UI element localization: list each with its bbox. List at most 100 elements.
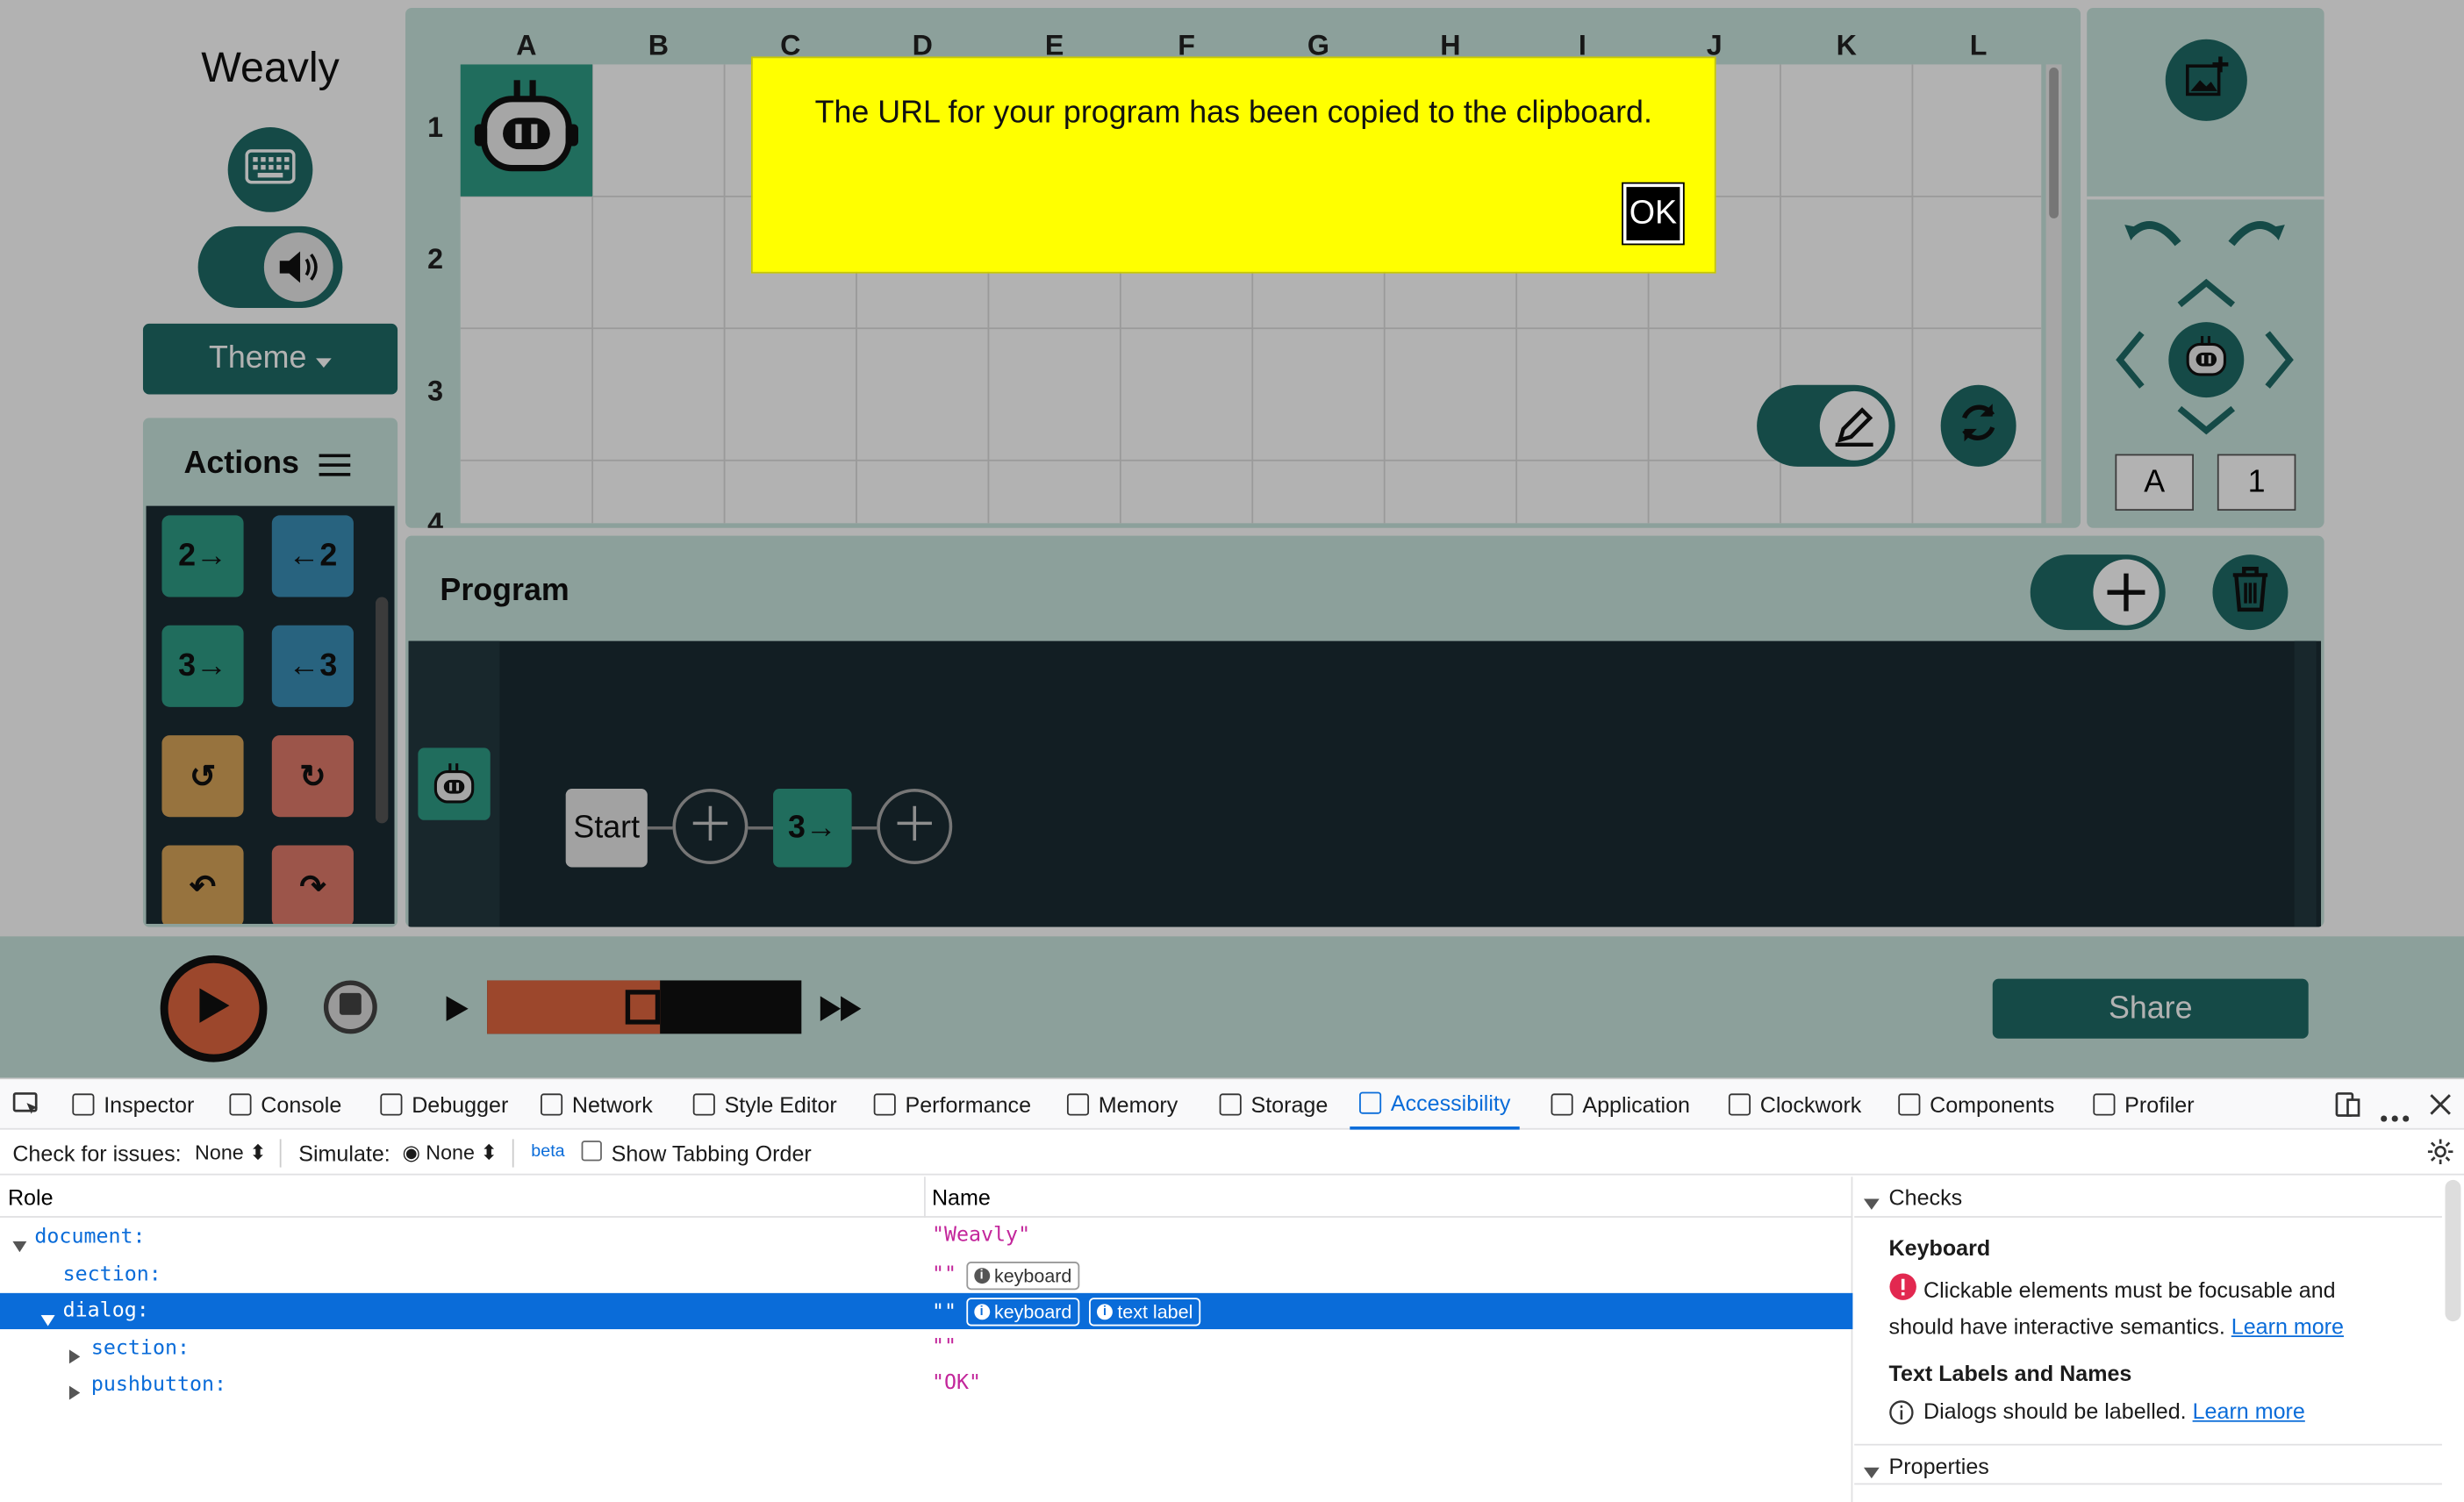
checks-section-header[interactable]: Checks — [1854, 1177, 2442, 1218]
devtools-tab-label: Performance — [905, 1091, 1032, 1118]
pick-element-icon[interactable] — [10, 1089, 44, 1120]
console-icon — [229, 1093, 252, 1116]
text-labels-check-heading: Text Labels and Names — [1888, 1360, 2132, 1386]
eye-icon: ◉ — [402, 1141, 420, 1164]
devtools-tab-label: Network — [571, 1091, 653, 1118]
devtools-tab-label: Storage — [1250, 1091, 1329, 1118]
devtools-tab-components[interactable]: Components — [1898, 1079, 2054, 1129]
devtools-tab-accessibility[interactable]: Accessibility — [1350, 1079, 1521, 1130]
dialog-message: The URL for your program has been copied… — [814, 96, 1652, 131]
show-tabbing-order-checkbox[interactable] — [581, 1141, 602, 1162]
accessibility-icon — [1359, 1091, 1382, 1114]
sidebar-scrollbar[interactable] — [2445, 1179, 2461, 1322]
beta-badge: beta — [531, 1141, 565, 1162]
application-icon — [1551, 1093, 1573, 1116]
devtools-tab-label: Memory — [1098, 1091, 1178, 1118]
toolbar-separator — [512, 1139, 514, 1168]
devtools-tab-profiler[interactable]: Profiler — [2093, 1079, 2195, 1129]
inspector-icon — [72, 1093, 95, 1116]
more-options-icon[interactable] — [2381, 1101, 2410, 1129]
a11y-issue-badge[interactable]: i text label — [1089, 1298, 1201, 1327]
checks-heading: Checks — [1888, 1184, 1963, 1210]
responsive-mode-icon[interactable] — [2335, 1092, 2360, 1126]
badge-label: keyboard — [993, 1300, 1072, 1323]
a11y-tree-row[interactable]: pushbutton: "OK" — [0, 1367, 1852, 1403]
a11y-tree: Role Name document: "Weavly" section: "" i ke… — [0, 1177, 1853, 1502]
devtools-tab-application[interactable]: Application — [1551, 1079, 1690, 1129]
text-labels-learn-more-link[interactable]: Learn more — [2193, 1398, 2305, 1424]
role-column-header[interactable]: Role — [8, 1184, 54, 1210]
keyboard-check-heading: Keyboard — [1888, 1234, 1991, 1261]
a11y-role: section: — [90, 1336, 190, 1360]
devtools-tab-label: Components — [1930, 1091, 2055, 1118]
devtools-tab-style-editor[interactable]: Style Editor — [692, 1079, 837, 1129]
devtools-tab-label: Clockwork — [1759, 1091, 1862, 1118]
a11y-name: "Weavly" — [931, 1224, 1031, 1248]
a11y-issue-badge[interactable]: i keyboard — [965, 1261, 1080, 1290]
devtools-tab-memory[interactable]: Memory — [1066, 1079, 1178, 1129]
devtools-tab-console[interactable]: Console — [229, 1079, 341, 1129]
info-icon: i — [1097, 1304, 1113, 1320]
devtools-tab-label: Inspector — [104, 1091, 195, 1118]
check-for-issues-label: Check for issues: — [12, 1141, 182, 1166]
devtools-tab-performance[interactable]: Performance — [873, 1079, 1032, 1129]
properties-section-header[interactable]: Properties — [1854, 1443, 2442, 1485]
memory-icon — [1066, 1093, 1090, 1116]
info-icon — [1889, 1400, 1915, 1426]
toolbar-separator — [279, 1139, 282, 1168]
devtools-toolbar: Inspector Console Debugger Network Style Edi… — [0, 1079, 2464, 1130]
badge-label: keyboard — [993, 1263, 1072, 1286]
a11y-name: "" — [931, 1299, 956, 1324]
app-viewport: Weavly Theme Actions 2→←23→←3↺↻↶↷ — [0, 0, 2464, 1078]
dialog-background — [752, 58, 1715, 272]
info-icon: i — [973, 1304, 990, 1320]
devtools-tab-label: Debugger — [412, 1091, 509, 1118]
a11y-name: "OK" — [931, 1371, 982, 1396]
devtools-tab-label: Style Editor — [724, 1091, 837, 1118]
devtools-tab-clockwork[interactable]: Clockwork — [1728, 1079, 1862, 1129]
devtools-tab-inspector[interactable]: Inspector — [72, 1079, 194, 1129]
dialog-ok-button[interactable]: OK — [1622, 182, 1685, 246]
storage-icon — [1219, 1093, 1242, 1116]
keyboard-learn-more-link[interactable]: Learn more — [2231, 1313, 2344, 1339]
a11y-tree-row[interactable]: document: "Weavly" — [0, 1219, 1852, 1255]
clockwork-icon — [1728, 1093, 1751, 1116]
performance-icon — [873, 1093, 896, 1116]
properties-heading: Properties — [1888, 1453, 1989, 1479]
badge-label: text label — [1117, 1300, 1193, 1323]
clipboard-dialog: The URL for your program has been copied… — [751, 56, 1716, 274]
devtools-tab-network[interactable]: Network — [541, 1079, 653, 1129]
debugger-icon — [380, 1093, 403, 1116]
name-column-header[interactable]: Name — [932, 1184, 991, 1210]
devtools-tab-label: Console — [261, 1091, 342, 1118]
tree-twisty-icon[interactable] — [68, 1379, 81, 1407]
a11y-sidebar: Checks Keyboard Clickable elements must … — [1854, 1177, 2464, 1502]
devtools-tab-debugger[interactable]: Debugger — [380, 1079, 508, 1129]
collapse-triangle-icon — [1863, 1460, 1880, 1485]
collapse-triangle-icon — [1863, 1191, 1880, 1216]
a11y-issue-badge[interactable]: i keyboard — [965, 1298, 1080, 1327]
text-labels-check-text: Dialogs should be labelled. Learn more — [1923, 1398, 2305, 1424]
show-tabbing-order-label: Show Tabbing Order — [611, 1141, 812, 1166]
a11y-filter-bar: Check for issues: None ⬍ Simulate: ◉ Non… — [0, 1131, 2464, 1176]
a11y-role: pushbutton: — [90, 1373, 227, 1398]
style-editor-icon — [692, 1093, 715, 1116]
a11y-tree-row[interactable]: dialog: "" i keyboard i text label — [0, 1292, 1853, 1330]
devtools-panel: Inspector Console Debugger Network Style Edi… — [0, 1077, 2464, 1502]
column-divider — [924, 1177, 926, 1218]
info-icon: i — [973, 1267, 990, 1284]
check-for-issues-select[interactable]: None ⬍ — [195, 1141, 267, 1166]
devtools-tab-label: Profiler — [2124, 1091, 2195, 1118]
settings-gear-icon[interactable] — [2427, 1139, 2453, 1169]
a11y-role: section: — [62, 1262, 161, 1286]
simulate-label: Simulate: — [298, 1141, 390, 1166]
a11y-tree-row[interactable]: section: "" — [0, 1330, 1852, 1366]
close-devtools-icon[interactable] — [2430, 1093, 2452, 1123]
profiler-icon — [2093, 1093, 2116, 1116]
keyboard-check-text: Clickable elements must be focusable and… — [1888, 1277, 2344, 1339]
a11y-tree-header: Role Name — [0, 1177, 1853, 1218]
a11y-tree-row[interactable]: section: "" i keyboard — [0, 1256, 1852, 1292]
devtools-tab-label: Application — [1582, 1091, 1691, 1118]
simulate-select[interactable]: ◉ None ⬍ — [402, 1141, 497, 1166]
devtools-tab-storage[interactable]: Storage — [1219, 1079, 1329, 1129]
